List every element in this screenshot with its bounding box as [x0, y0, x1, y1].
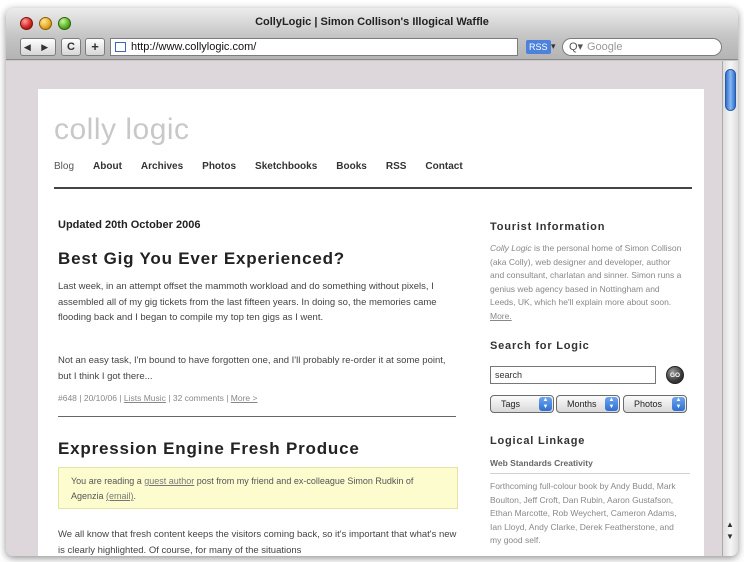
post-paragraph: We all know that fresh content keeps the…: [58, 529, 457, 556]
post-title[interactable]: Best Gig You Ever Experienced?: [58, 249, 345, 269]
url-text: http://www.collylogic.com/: [131, 41, 257, 53]
guest-author-link[interactable]: guest author: [144, 476, 194, 486]
site-logo[interactable]: colly logic: [54, 113, 190, 147]
post-comments-count: | 32 comments |: [165, 393, 231, 403]
photos-select-label: Photos: [634, 399, 663, 409]
guest-author-callout: You are reading a guest author post from…: [58, 467, 458, 509]
post-title[interactable]: Expression Engine Fresh Produce: [58, 439, 360, 459]
main-nav: Blog About Archives Photos Sketchbooks B…: [54, 161, 482, 172]
callout-text: .: [133, 491, 137, 501]
select-arrows-icon: ▲ ▼: [605, 397, 618, 411]
go-button[interactable]: GO: [666, 366, 684, 384]
vertical-scrollbar[interactable]: ▲ ▼: [722, 61, 738, 556]
photos-select[interactable]: Photos ▲ ▼: [623, 395, 687, 413]
post-meta-prefix: #648 | 20/10/06 |: [58, 393, 124, 403]
tourist-heading: Tourist Information: [490, 221, 606, 233]
web-content: colly logic Blog About Archives Photos S…: [6, 61, 722, 556]
tourist-text: Colly Logic is the personal home of Simo…: [490, 242, 686, 323]
updated-date: Updated 20th October 2006: [58, 219, 201, 231]
site-name-emphasis: Colly Logic: [490, 243, 532, 253]
nav-item-contact[interactable]: Contact: [425, 161, 462, 172]
address-bar[interactable]: http://www.collylogic.com/: [110, 38, 518, 56]
post-more-link[interactable]: More >: [231, 393, 258, 403]
months-select[interactable]: Months ▲ ▼: [556, 395, 620, 413]
nav-item-rss[interactable]: RSS: [386, 161, 407, 172]
select-arrows-icon: ▲ ▼: [672, 397, 685, 411]
search-heading: Search for Logic: [490, 340, 590, 352]
nav-item-about[interactable]: About: [93, 161, 122, 172]
back-forward-button[interactable]: ◀ ▶: [20, 38, 56, 56]
search-icon: Q▾: [569, 41, 584, 53]
nav-item-blog[interactable]: Blog: [54, 161, 74, 172]
linkage-heading: Logical Linkage: [490, 435, 586, 447]
post-paragraph: Not an easy task, I'm bound to have forg…: [58, 355, 446, 382]
tags-select[interactable]: Tags ▲ ▼: [490, 395, 554, 413]
add-bookmark-button[interactable]: +: [85, 38, 105, 56]
select-arrows-icon: ▲ ▼: [539, 397, 552, 411]
linkage-divider: [490, 473, 690, 474]
scrollbar-thumb[interactable]: [725, 69, 736, 111]
nav-item-archives[interactable]: Archives: [141, 161, 183, 172]
post-meta: #648 | 20/10/06 | Lists Music | 32 comme…: [58, 393, 258, 403]
nav-divider: [54, 187, 692, 189]
linkage-subheading[interactable]: Web Standards Creativity: [490, 458, 593, 468]
favicon-icon: [115, 42, 126, 52]
window-title: CollyLogic | Simon Collison's Illogical …: [255, 16, 489, 28]
post-paragraph: Last week, in an attempt offset the mamm…: [58, 281, 437, 323]
scroll-arrows-icon[interactable]: ▲ ▼: [726, 519, 734, 543]
email-link[interactable]: (email): [106, 491, 134, 501]
nav-item-photos[interactable]: Photos: [202, 161, 236, 172]
title-bar: CollyLogic | Simon Collison's Illogical …: [6, 8, 738, 60]
callout-text: You are reading a: [71, 476, 145, 486]
search-placeholder: Google: [587, 41, 623, 53]
site-search-input[interactable]: search: [490, 366, 656, 384]
post-tags-link[interactable]: Lists Music: [124, 393, 166, 403]
post-divider: [58, 416, 456, 417]
nav-item-sketchbooks[interactable]: Sketchbooks: [255, 161, 317, 172]
nav-item-books[interactable]: Books: [336, 161, 367, 172]
rss-dropdown-icon[interactable]: ▾: [551, 41, 556, 52]
search-input[interactable]: Q▾ Google: [562, 38, 722, 56]
rss-button[interactable]: RSS: [526, 40, 551, 54]
linkage-text: Forthcoming full-colour book by Andy Bud…: [490, 481, 677, 545]
months-select-label: Months: [567, 399, 597, 409]
tags-select-label: Tags: [501, 399, 521, 409]
reload-button[interactable]: C: [61, 38, 81, 56]
browser-window: CollyLogic | Simon Collison's Illogical …: [6, 8, 738, 556]
page-container: colly logic Blog About Archives Photos S…: [38, 89, 704, 556]
tourist-more-link[interactable]: More.: [490, 311, 512, 321]
